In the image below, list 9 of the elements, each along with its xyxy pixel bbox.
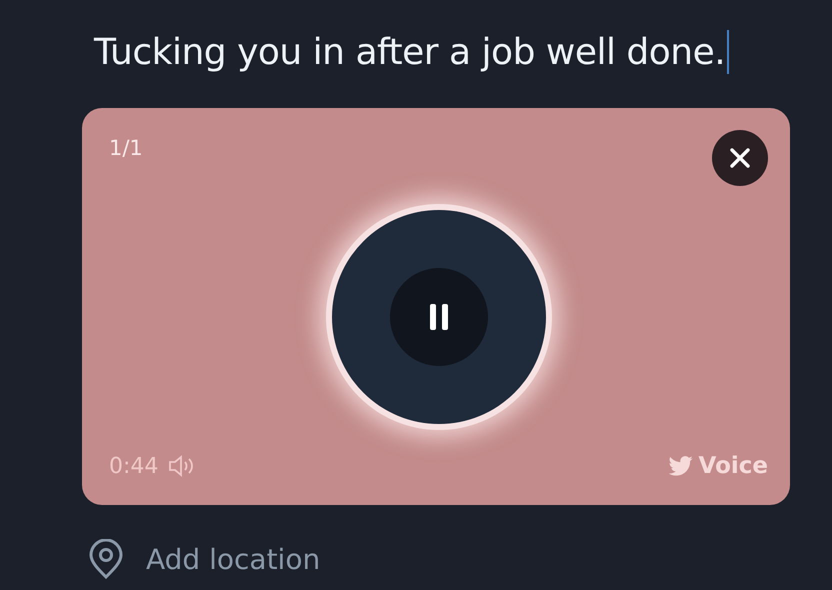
location-pin-icon[interactable] bbox=[88, 539, 124, 579]
duration-text: 0:44 bbox=[109, 454, 158, 478]
add-location-link[interactable]: Add location bbox=[146, 542, 320, 576]
tweet-text[interactable]: Tucking you in after a job well done. bbox=[94, 32, 726, 72]
media-counter: 1/1 bbox=[109, 136, 143, 160]
bird-icon bbox=[668, 456, 693, 476]
close-icon[interactable] bbox=[729, 147, 751, 169]
pause-icon[interactable] bbox=[428, 302, 450, 330]
voice-label: Voice bbox=[698, 453, 768, 479]
